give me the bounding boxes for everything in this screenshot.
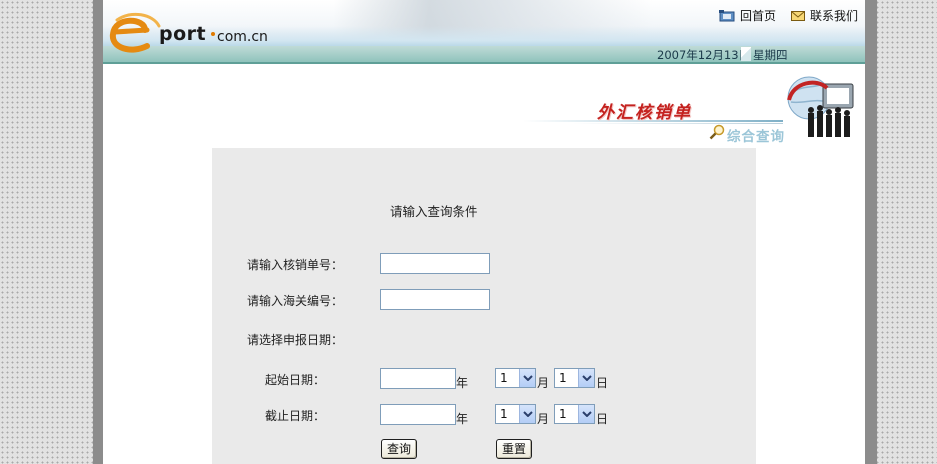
start-date-label: 起始日期： — [265, 373, 326, 387]
end-day-select[interactable]: 1 — [554, 404, 595, 424]
query-button[interactable]: 查询 — [381, 439, 418, 459]
declare-date-label: 请选择申报日期： — [247, 333, 344, 347]
site-header: 2007年12月13日 星期四 port com.cn 回首页 联系我们 — [103, 0, 865, 64]
verification-no-input[interactable] — [380, 253, 490, 274]
start-day-select[interactable]: 1 — [554, 368, 595, 388]
start-year-unit: 年 — [456, 376, 469, 390]
reset-button[interactable]: 重置 — [496, 439, 533, 459]
start-day-unit: 日 — [596, 376, 609, 390]
start-month-value: 1 — [500, 371, 508, 385]
end-year-unit: 年 — [456, 412, 469, 426]
logo-domain: com.cn — [217, 29, 268, 45]
magnifier-icon — [709, 124, 725, 140]
home-link-label: 回首页 — [740, 9, 777, 23]
eport-e-logo-icon — [109, 12, 161, 53]
current-date: 2007年12月13日 — [657, 48, 751, 62]
start-day-value: 1 — [559, 371, 567, 385]
end-day-unit: 日 — [596, 412, 609, 426]
home-icon — [719, 9, 735, 21]
logo-text: port — [159, 23, 207, 45]
home-link[interactable]: 回首页 — [719, 7, 776, 24]
chevron-down-icon — [519, 405, 535, 423]
business-people-globe-icon — [787, 76, 854, 137]
contact-link-label: 联系我们 — [810, 9, 859, 23]
start-month-select[interactable]: 1 — [495, 368, 536, 388]
page: 2007年12月13日 星期四 port com.cn 回首页 联系我们 外汇核… — [103, 0, 865, 464]
customs-no-input[interactable] — [380, 289, 490, 310]
start-year-input[interactable] — [380, 368, 456, 389]
customs-no-label: 请输入海关编号： — [247, 294, 344, 308]
query-prompt: 请输入查询条件 — [390, 204, 478, 219]
banner-title: 外汇核销单 — [597, 103, 692, 123]
chevron-down-icon — [578, 369, 594, 387]
mail-icon — [791, 10, 805, 21]
current-weekday: 星期四 — [753, 48, 788, 62]
end-month-unit: 月 — [537, 412, 550, 426]
end-month-select[interactable]: 1 — [495, 404, 536, 424]
end-date-label: 截止日期： — [265, 409, 326, 423]
verification-no-label: 请输入核销单号： — [247, 258, 344, 272]
contact-link[interactable]: 联系我们 — [791, 7, 858, 24]
chevron-down-icon — [519, 369, 535, 387]
start-month-unit: 月 — [537, 376, 550, 390]
logo-dot — [211, 32, 215, 36]
module-banner: 外汇核销单 综合查询 — [103, 64, 865, 148]
banner-line-thin — [573, 123, 783, 124]
date-separator — [741, 47, 751, 61]
eport-logo[interactable]: port com.cn — [107, 8, 268, 58]
banner-subtitle: 综合查询 — [727, 129, 785, 145]
chevron-down-icon — [578, 405, 594, 423]
end-month-value: 1 — [500, 407, 508, 421]
end-year-input[interactable] — [380, 404, 456, 425]
end-day-value: 1 — [559, 407, 567, 421]
